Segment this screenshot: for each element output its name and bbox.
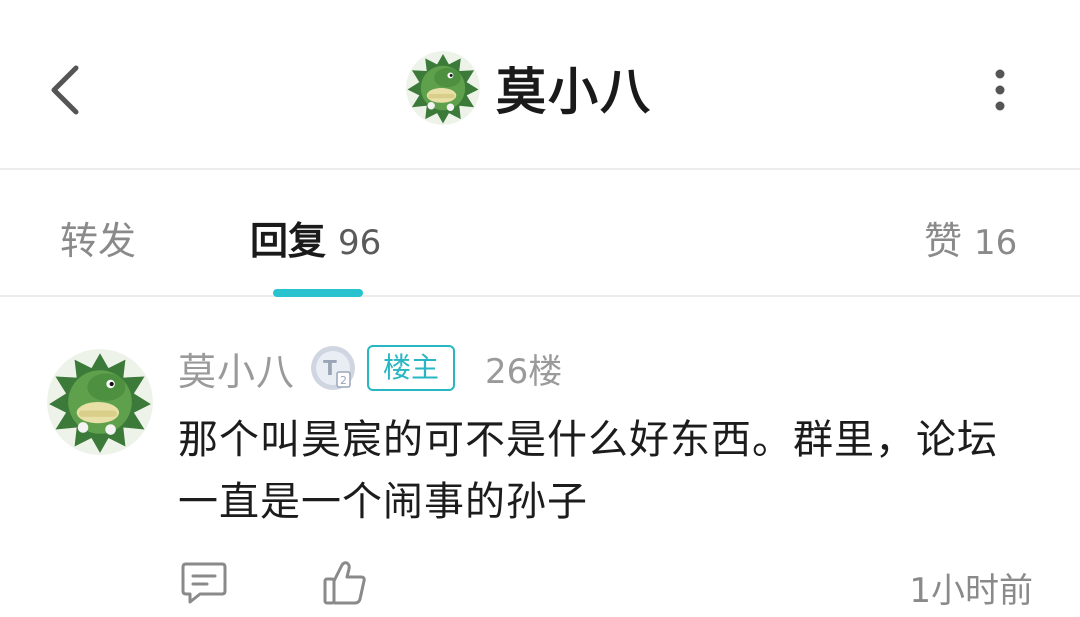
thumbs-up-icon [323,561,366,605]
svg-text:2: 2 [340,374,347,387]
reply-item: 莫小八 T 2 楼主 26楼 那个叫昊宸的可不是什么好东西。群里，论坛一直是一个… [0,297,1080,617]
reply-meta: 莫小八 T 2 楼主 26楼 [178,341,563,396]
back-button[interactable] [38,52,98,124]
tab-count: 96 [338,223,382,263]
tab-label: 回复 [250,219,327,263]
more-button[interactable] [975,60,1025,120]
reply-time: 1小时前 [909,571,1033,611]
svg-text:T: T [323,356,337,380]
chevron-left-icon [51,65,79,115]
reply-content: 那个叫昊宸的可不是什么好东西。群里，论坛一直是一个闹事的孙子 [178,417,998,525]
like-button[interactable] [322,559,368,607]
avatar[interactable] [47,349,153,455]
tab-forward[interactable]: 转发 [60,210,137,263]
floor-label: 26楼 [485,351,563,392]
dragon-avatar-icon [406,51,480,125]
tab-count: 16 [974,223,1018,263]
comment-button[interactable] [180,560,228,606]
more-vertical-icon [995,69,1005,111]
tab-label: 赞 [924,219,963,263]
author-name[interactable]: 莫小八 [178,341,295,396]
dragon-avatar-icon [47,349,153,455]
active-tab-indicator [273,289,363,297]
page-title: 莫小八 [496,63,652,121]
level-badge-icon: T 2 [311,346,356,390]
tab-label: 转发 [60,219,137,263]
header-user[interactable]: 莫小八 [406,50,652,126]
tab-bar: 转发 回复 96 赞 16 [0,170,1080,297]
tab-like[interactable]: 赞 16 [924,210,1018,263]
avatar[interactable] [406,51,480,125]
owner-badge: 楼主 [367,345,456,391]
comment-icon [181,562,227,604]
tab-reply[interactable]: 回复 96 [250,210,382,263]
top-bar: 莫小八 [0,0,1080,170]
